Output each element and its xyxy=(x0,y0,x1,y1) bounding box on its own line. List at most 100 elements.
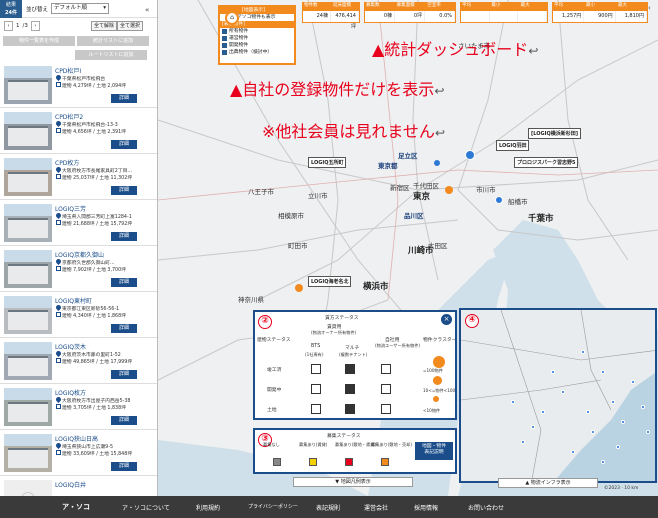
property-card[interactable]: LOGIQ白井 xyxy=(0,476,157,496)
select-all-button[interactable]: 全て選択 xyxy=(116,21,143,31)
cluster-marker[interactable] xyxy=(495,196,503,204)
infra-toggle-button[interactable]: ▲ 物流インフラ表示 xyxy=(498,478,598,488)
sky-shape xyxy=(4,296,52,308)
detail-button[interactable]: 詳細 xyxy=(111,370,137,379)
infra-marker[interactable] xyxy=(541,410,545,414)
property-card[interactable]: LOGIQ茨木 大阪府茨木市藤の里町1-52 建物 49,865坪 / 土地 17,… xyxy=(0,338,157,384)
infra-marker[interactable] xyxy=(586,410,590,414)
property-name[interactable]: LOGIQ狭山日高 xyxy=(55,434,98,443)
infra-marker[interactable] xyxy=(521,440,525,444)
property-name[interactable]: CPD松戸I xyxy=(55,66,81,75)
property-name[interactable]: LOGIQ枚方 xyxy=(55,388,86,397)
result-count-badge: 結果 24件 xyxy=(0,0,22,18)
property-name[interactable]: CPD松戸2 xyxy=(55,112,83,121)
property-thumbnail xyxy=(4,250,52,288)
property-address: 埼玉県狭山市上広瀬9-5 xyxy=(62,445,114,450)
footer-link[interactable]: ア・ソコについて xyxy=(122,503,170,512)
property-card[interactable]: LOGIQ京都久御山 京都府久世郡久御山町... 建物 7,902坪 / 土地 3,… xyxy=(0,246,157,292)
property-card[interactable]: LOGIQ三芳 埼玉県入間郡三芳町上富1284-1 建物 21,688坪 / 土地 … xyxy=(0,200,157,246)
checkbox-icon xyxy=(222,29,227,34)
detail-button[interactable]: 詳細 xyxy=(111,186,137,195)
create-list-button[interactable]: 物件一覧表を作成 xyxy=(3,36,75,46)
footer-link[interactable]: お問い合わせ xyxy=(468,503,504,512)
legend-row-label: 土地 xyxy=(267,408,277,413)
property-card[interactable]: LOGIQ狭山日高 埼玉県狭山市上広瀬9-5 建物 33,609坪 / 土地 15,… xyxy=(0,430,157,476)
infra-marker[interactable] xyxy=(601,460,605,464)
cluster-marker[interactable] xyxy=(465,150,475,160)
add-route-button[interactable]: ルートリストに追加 xyxy=(75,50,147,60)
property-card[interactable]: CPD松戸2 千葉県松戸市松飛台-13-3 建物 4,656坪 / 土地 2,391… xyxy=(0,108,157,154)
filter-item[interactable]: 出典物件（検討中） xyxy=(220,49,294,56)
infra-marker[interactable] xyxy=(616,445,620,449)
property-name[interactable]: LOGIQ東村町 xyxy=(55,296,92,305)
property-marker[interactable] xyxy=(445,186,453,194)
filter-items: 所有物件 運営物件 開発物件 出典物件（検討中） xyxy=(220,28,294,56)
stat-header-cell: 延床面積 xyxy=(333,3,351,8)
infra-marker[interactable] xyxy=(581,350,585,354)
collapse-sidebar-icon[interactable]: « xyxy=(145,6,149,14)
filter-item[interactable]: 所有物件 xyxy=(220,28,294,35)
property-name[interactable]: LOGIQ白井 xyxy=(55,480,86,489)
infra-marker[interactable] xyxy=(621,420,625,424)
filter-item[interactable]: 開発物件 xyxy=(220,42,294,49)
building-icon xyxy=(56,404,61,409)
building-shape xyxy=(8,448,48,468)
property-card[interactable]: LOGIQ東村町 東京都江東区新砂56-56-1 建物 4,340坪 / 土地 1,… xyxy=(0,292,157,338)
property-tag[interactable]: LOGIQ五所町 xyxy=(308,157,347,168)
next-page-button[interactable]: › xyxy=(30,21,40,31)
detail-button[interactable]: 詳細 xyxy=(111,278,137,287)
infra-marker[interactable] xyxy=(631,380,635,384)
detail-button[interactable]: 詳細 xyxy=(111,324,137,333)
cluster-marker[interactable] xyxy=(434,160,440,166)
footer-link[interactable]: 利用規約 xyxy=(196,503,220,512)
property-address: 埼玉県入間郡三芳町上富1284-1 xyxy=(62,215,132,220)
property-marker[interactable] xyxy=(295,284,303,292)
detail-button[interactable]: 詳細 xyxy=(111,232,137,241)
infra-marker[interactable] xyxy=(646,430,650,434)
property-tag[interactable]: プロロジスパーク習志野5 xyxy=(514,157,579,168)
detail-button[interactable]: 詳細 xyxy=(111,416,137,425)
footer-link[interactable]: 表記規則 xyxy=(316,503,340,512)
infra-marker[interactable] xyxy=(601,370,605,374)
sort-select[interactable]: デフォルト順 ▾ xyxy=(51,3,110,14)
map-legend-help-button[interactable]: 地図・物件 表記説明 xyxy=(415,442,453,460)
property-tag[interactable]: LOGIQ海老名北 xyxy=(308,276,352,287)
stats-collapse-icon[interactable]: ‹ xyxy=(648,4,656,12)
infra-marker[interactable] xyxy=(551,370,555,374)
location-pin-icon xyxy=(54,119,63,128)
building-shape xyxy=(8,172,48,192)
infra-marker[interactable] xyxy=(591,430,595,434)
building-icon xyxy=(56,128,61,133)
stat-header: 募集数 募集面積 空室率 xyxy=(364,2,456,10)
infra-marker[interactable] xyxy=(611,400,615,404)
prev-page-button[interactable]: ‹ xyxy=(4,21,13,31)
property-card[interactable]: LOGIQ枚方 大阪府枚方市出屋子内西岳5-38 建物 3,705坪 / 土地 1,… xyxy=(0,384,157,430)
detail-button[interactable]: 詳細 xyxy=(111,94,137,103)
infra-marker[interactable] xyxy=(561,390,565,394)
legend-toggle-button[interactable]: ▼ 地図凡例表示 xyxy=(293,477,413,487)
close-icon[interactable]: × xyxy=(441,314,452,325)
infra-marker[interactable] xyxy=(641,405,645,409)
property-tag[interactable]: [LOGIQ横浜新杉田] xyxy=(528,128,582,139)
property-size: 建物 3,705坪 / 土地 1,838坪 xyxy=(62,406,126,411)
property-name[interactable]: LOGIQ京都久御山 xyxy=(55,250,104,259)
property-tag[interactable]: LOGIQ羽田 xyxy=(496,140,530,151)
infra-marker[interactable] xyxy=(531,425,535,429)
infra-marker[interactable] xyxy=(571,450,575,454)
sidebar: 結果 24件 並び替え デフォルト順 ▾ « ‹ 1/3 › 全て解除 全て選択… xyxy=(0,0,158,496)
property-name[interactable]: LOGIQ三芳 xyxy=(55,204,86,213)
footer-link[interactable]: 採用情報 xyxy=(414,503,438,512)
property-name[interactable]: LOGIQ茨木 xyxy=(55,342,86,351)
warehouse-icon xyxy=(381,364,391,374)
footer-logo[interactable]: ア・ソコ xyxy=(62,502,90,512)
detail-button[interactable]: 詳細 xyxy=(111,140,137,149)
footer-link[interactable]: プライバシーポリシー xyxy=(248,503,298,510)
infra-marker[interactable] xyxy=(511,400,515,404)
filter-item[interactable]: 運営物件 xyxy=(220,35,294,42)
footer-link[interactable]: 運営会社 xyxy=(364,503,388,512)
deselect-all-button[interactable]: 全て解除 xyxy=(90,21,117,31)
add-stats-button[interactable]: 統計リストに追加 xyxy=(77,36,149,46)
property-card[interactable]: CPD枚方 大阪府枚方市長尾家具町2丁目... 建物 25,037坪 / 土地 11… xyxy=(0,154,157,200)
detail-button[interactable]: 詳細 xyxy=(111,462,137,471)
property-card[interactable]: CPD松戸I 千葉県松戸市松飛台 建物 4,279坪 / 土地 2,094坪 詳細 xyxy=(0,62,157,108)
